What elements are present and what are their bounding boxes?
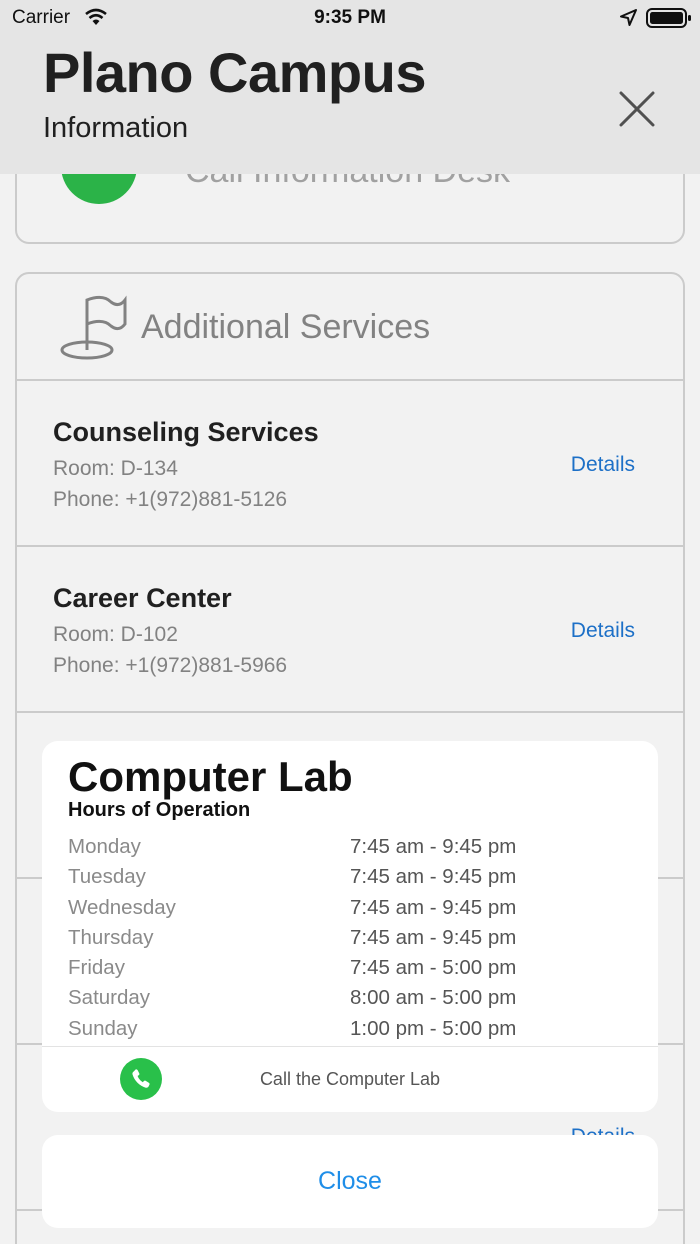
computer-lab-sheet: Computer Lab Hours of Operation Monday 7… [42,741,658,1112]
hours-time: 7:45 am - 9:45 pm [350,865,517,889]
hours-row: Monday 7:45 am - 9:45 pm [68,835,628,865]
hours-row: Thursday 7:45 am - 9:45 pm [68,926,628,956]
sheet-title: Computer Lab [68,753,353,800]
hours-time: 8:00 am - 5:00 pm [350,986,517,1010]
hours-day: Sunday [68,1016,138,1040]
sheet-subtitle: Hours of Operation [68,799,251,821]
hours-day: Wednesday [68,895,176,919]
hours-day: Thursday [68,925,154,949]
hours-time: 7:45 am - 9:45 pm [350,925,517,949]
hours-list: Monday 7:45 am - 9:45 pm Tuesday 7:45 am… [68,835,628,1047]
hours-day: Tuesday [68,865,146,889]
close-button[interactable]: Close [42,1135,658,1228]
hours-day: Monday [68,835,141,858]
call-computer-lab-button[interactable]: Call the Computer Lab [42,1047,658,1112]
hours-row: Sunday 1:00 pm - 5:00 pm [68,1017,628,1047]
hours-day: Saturday [68,986,151,1010]
close-button-label: Close [318,1167,382,1195]
hours-time: 7:45 am - 9:45 pm [350,835,517,858]
hours-time: 7:45 am - 5:00 pm [350,956,517,980]
hours-day: Friday [68,956,125,980]
hours-row: Tuesday 7:45 am - 9:45 pm [68,865,628,895]
hours-time: 7:45 am - 9:45 pm [350,895,517,919]
hours-row: Saturday 8:00 am - 5:00 pm [68,986,628,1016]
hours-time: 1:00 pm - 5:00 pm [350,1016,517,1040]
call-computer-lab-label: Call the Computer Lab [259,1069,441,1089]
hours-row: Wednesday 7:45 am - 9:45 pm [68,896,628,926]
hours-row: Friday 7:45 am - 5:00 pm [68,956,628,986]
